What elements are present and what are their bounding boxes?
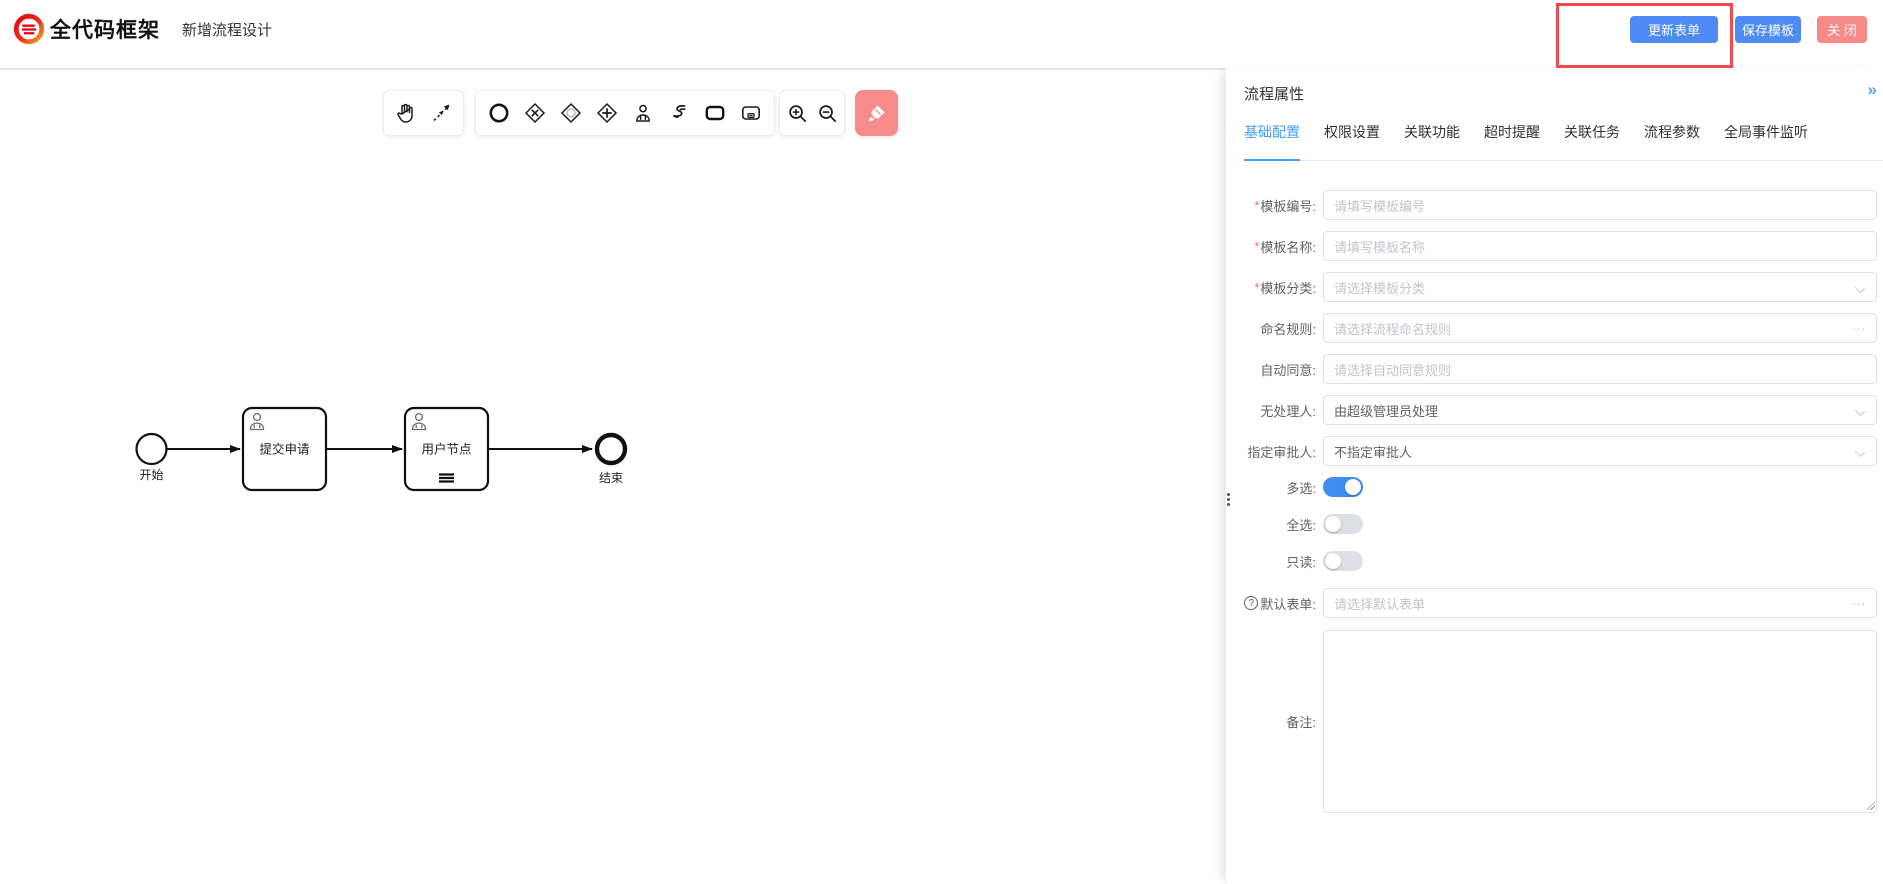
field-naming-rule: 命名规则: 请选择流程命名规则 ...	[1233, 313, 1877, 343]
close-button[interactable]: 关 闭	[1817, 16, 1867, 43]
field-template-category: *模板分类: 请选择模板分类	[1233, 272, 1877, 302]
brand-name: 全代码框架	[50, 14, 160, 44]
field-assigned-approver: 指定审批人: 不指定审批人	[1233, 436, 1877, 466]
field-label: 备注:	[1286, 712, 1316, 731]
switch-knob	[1325, 516, 1341, 532]
tab-basic-config[interactable]: 基础配置	[1244, 122, 1300, 161]
field-label: 模板编号:	[1260, 196, 1316, 215]
required-asterisk: *	[1254, 198, 1259, 213]
field-label: 自动同意:	[1260, 360, 1316, 379]
input-placeholder: 请选择流程命名规则	[1334, 319, 1451, 338]
field-label: 无处理人:	[1260, 401, 1316, 420]
save-template-button[interactable]: 保存模板	[1735, 16, 1801, 43]
required-asterisk: *	[1254, 239, 1259, 254]
tab-process-parameters[interactable]: 流程参数	[1644, 122, 1700, 160]
node-end-event[interactable]: 结束	[597, 435, 625, 485]
field-label: 全选:	[1286, 515, 1316, 534]
field-no-handler: 无处理人: 由超级管理员处理	[1233, 395, 1877, 425]
field-remark: 备注:	[1233, 630, 1877, 813]
select-placeholder: 请选择模板分类	[1334, 278, 1425, 297]
input-placeholder: 请填写模板名称	[1334, 237, 1425, 256]
multi-select-switch[interactable]	[1323, 477, 1363, 497]
node-start-event[interactable]: 开始	[137, 434, 167, 482]
update-form-button[interactable]: 更新表单	[1630, 16, 1718, 43]
naming-rule-input[interactable]: 请选择流程命名规则 ...	[1323, 313, 1877, 343]
required-asterisk: *	[1254, 280, 1259, 295]
node-label: 开始	[139, 468, 163, 482]
node-label: 用户节点	[421, 442, 471, 457]
collapse-panel-icon[interactable]: »	[1868, 80, 1875, 100]
node-label: 提交申请	[259, 442, 309, 457]
brand-logo-icon	[12, 12, 46, 46]
tab-global-event-listener[interactable]: 全局事件监听	[1724, 122, 1808, 160]
switch-knob	[1325, 553, 1341, 569]
node-task-submit[interactable]: 提交申请	[243, 408, 326, 490]
node-label: 结束	[599, 471, 623, 485]
field-read-only: 只读:	[1233, 551, 1877, 571]
tab-related-tasks[interactable]: 关联任务	[1564, 122, 1620, 160]
node-task-user[interactable]: 用户节点	[405, 408, 488, 490]
field-label: 默认表单:	[1260, 594, 1316, 613]
field-template-name: *模板名称: 请填写模板名称	[1233, 231, 1877, 261]
bpmn-canvas[interactable]: 开始 提交申请 用户节点	[0, 68, 1225, 884]
field-auto-agree: 自动同意: 请选择自动同意规则	[1233, 354, 1877, 384]
chevron-down-icon	[1856, 448, 1864, 456]
chevron-down-icon	[1856, 284, 1864, 292]
read-only-switch[interactable]	[1323, 551, 1363, 571]
ellipsis-icon[interactable]: ...	[1852, 593, 1866, 608]
basic-config-form: *模板编号: 请填写模板编号 *模板名称: 请填写模板名称 *模板分类: 请选择…	[1233, 190, 1877, 824]
remark-textarea[interactable]	[1323, 630, 1877, 813]
auto-agree-input[interactable]: 请选择自动同意规则	[1323, 354, 1877, 384]
template-name-input[interactable]: 请填写模板名称	[1323, 231, 1877, 261]
workflow-designer-page: 全代码框架 新增流程设计 更新表单 保存模板 关 闭	[0, 0, 1883, 884]
field-label: 模板名称:	[1260, 237, 1316, 256]
multi-instance-marker	[439, 475, 454, 482]
select-value: 由超级管理员处理	[1334, 401, 1438, 420]
input-placeholder: 请选择默认表单	[1334, 594, 1425, 613]
field-multi-select: 多选:	[1233, 477, 1877, 497]
select-all-switch[interactable]	[1323, 514, 1363, 534]
field-default-form: ?默认表单: 请选择默认表单 ...	[1233, 588, 1877, 618]
select-value: 不指定审批人	[1334, 442, 1412, 461]
panel-tabs: 基础配置 权限设置 关联功能 超时提醒 关联任务 流程参数 全局事件监听	[1244, 122, 1883, 161]
panel-resize-handle[interactable]	[1227, 492, 1230, 507]
page-title: 新增流程设计	[182, 19, 272, 40]
switch-knob	[1345, 479, 1361, 495]
template-category-select[interactable]: 请选择模板分类	[1323, 272, 1877, 302]
tab-timeout-reminder[interactable]: 超时提醒	[1484, 122, 1540, 160]
field-label: 多选:	[1286, 478, 1316, 497]
template-code-input[interactable]: 请填写模板编号	[1323, 190, 1877, 220]
assigned-approver-select[interactable]: 不指定审批人	[1323, 436, 1877, 466]
field-label: 指定审批人:	[1247, 442, 1316, 461]
chevron-down-icon	[1856, 407, 1864, 415]
field-label: 只读:	[1286, 552, 1316, 571]
no-handler-select[interactable]: 由超级管理员处理	[1323, 395, 1877, 425]
field-select-all: 全选:	[1233, 514, 1877, 534]
properties-panel: 流程属性 » 基础配置 权限设置 关联功能 超时提醒 关联任务 流程参数 全局事…	[1225, 68, 1883, 884]
ellipsis-icon[interactable]: ...	[1852, 318, 1866, 333]
input-placeholder: 请填写模板编号	[1334, 196, 1425, 215]
help-icon: ?	[1244, 596, 1258, 610]
field-label: 命名规则:	[1260, 319, 1316, 338]
default-form-input[interactable]: 请选择默认表单 ...	[1323, 588, 1877, 618]
tab-related-functions[interactable]: 关联功能	[1404, 122, 1460, 160]
input-placeholder: 请选择自动同意规则	[1334, 360, 1451, 379]
field-template-code: *模板编号: 请填写模板编号	[1233, 190, 1877, 220]
app-header: 全代码框架 新增流程设计 更新表单 保存模板 关 闭	[0, 0, 1883, 68]
field-label: 模板分类:	[1260, 278, 1316, 297]
panel-title: 流程属性	[1244, 83, 1304, 104]
bpmn-diagram: 开始 提交申请 用户节点	[0, 70, 1225, 884]
header-actions: 更新表单 保存模板 关 闭	[1630, 16, 1867, 43]
tab-permission-settings[interactable]: 权限设置	[1324, 122, 1380, 160]
